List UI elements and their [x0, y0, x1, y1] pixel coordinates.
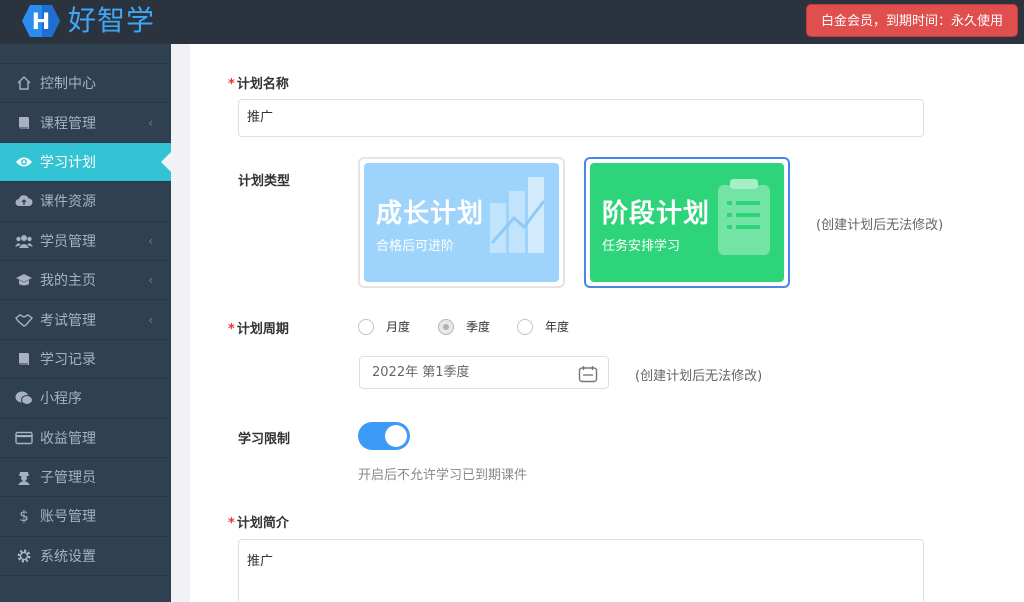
- radio-circle: [358, 318, 374, 335]
- calendar-icon: [578, 364, 598, 395]
- plan-name-label: * 计划名称: [228, 77, 289, 92]
- sidebar-item-study-records[interactable]: 学习记录: [0, 340, 171, 380]
- sidebar-item-label: 系统设置: [40, 548, 96, 565]
- logo-letter: H: [32, 10, 50, 35]
- growth-plan-title: 成长计划: [376, 199, 485, 229]
- stage-plan-subtitle: 任务安排学习: [602, 239, 681, 254]
- handshake-icon: [14, 312, 34, 328]
- sidebar-item-label: 学习记录: [40, 351, 96, 368]
- top-bar: H 好智学 白金会员，到期时间：永久使用: [0, 0, 1024, 44]
- sidebar-item-control-center[interactable]: 控制中心: [0, 64, 171, 104]
- chevron-left-icon: ‹: [148, 273, 153, 288]
- plan-form-panel: * 计划名称 推广 计划类型 成长计划 合格后可进阶 阶段计划 任务安排学习 (…: [190, 44, 1024, 602]
- home-icon: [14, 75, 34, 91]
- graduation-cap-icon: [14, 272, 34, 288]
- sidebar-item-label: 账号管理: [40, 509, 96, 526]
- wechat-icon: [14, 390, 34, 406]
- plan-type-label: 计划类型: [238, 174, 291, 189]
- study-limit-hint: 开启后不允许学习已到期课件: [358, 468, 528, 483]
- dollar-icon: $: [19, 507, 29, 526]
- required-mark: *: [228, 77, 235, 92]
- sidebar-item-courseware[interactable]: 课件资源: [0, 182, 171, 222]
- member-status-badge[interactable]: 白金会员，到期时间：永久使用: [806, 4, 1018, 37]
- sidebar-item-revenue-management[interactable]: 收益管理: [0, 419, 171, 458]
- study-limit-label: 学习限制: [238, 432, 291, 447]
- sidebar-item-label: 子管理员: [40, 470, 96, 487]
- plan-name-input[interactable]: 推广: [238, 99, 924, 137]
- plan-intro-textarea[interactable]: 推广: [238, 539, 924, 602]
- required-mark: *: [228, 322, 235, 337]
- gear-icon: [14, 548, 34, 564]
- plan-period-label: * 计划周期: [228, 322, 289, 337]
- study-limit-toggle[interactable]: [358, 422, 410, 450]
- sidebar-item-account-management[interactable]: $ 账号管理: [0, 497, 171, 537]
- sidebar-item-label: 小程序: [40, 391, 82, 408]
- period-radio-yearly[interactable]: 年度: [517, 318, 569, 335]
- sidebar: 控制中心 课程管理 ‹ 学习计划 课件资源 学员管理 ‹ 我的主页 ‹ 考试管理…: [0, 44, 171, 602]
- chevron-left-icon: ‹: [148, 115, 153, 130]
- logo[interactable]: H 好智学: [18, 2, 155, 40]
- plan-type-hint: (创建计划后无法修改): [816, 218, 944, 233]
- period-radio-monthly[interactable]: 月度: [358, 318, 410, 335]
- growth-plan-subtitle: 合格后可进阶: [376, 239, 455, 254]
- plan-period-hint: (创建计划后无法修改): [635, 369, 763, 384]
- stage-plan-title: 阶段计划: [602, 199, 711, 229]
- book-icon: [14, 115, 34, 131]
- sidebar-item-label: 课程管理: [40, 115, 96, 132]
- growth-card-body: 成长计划 合格后可进阶: [364, 163, 559, 282]
- sidebar-item-study-plan[interactable]: 学习计划: [0, 142, 171, 183]
- plan-type-stage-card[interactable]: 阶段计划 任务安排学习: [584, 157, 790, 288]
- logo-text: 好智学: [68, 4, 156, 37]
- sidebar-item-label: 我的主页: [40, 273, 96, 290]
- sidebar-item-label: 考试管理: [40, 312, 96, 329]
- sidebar-item-label: 收益管理: [40, 430, 96, 447]
- chevron-left-icon: ‹: [148, 233, 153, 248]
- eye-icon: [14, 154, 34, 170]
- sidebar-item-sub-admin[interactable]: 子管理员: [0, 458, 171, 498]
- sidebar-item-mini-program[interactable]: 小程序: [0, 379, 171, 419]
- users-icon: [14, 233, 34, 249]
- user-secret-icon: [14, 469, 34, 486]
- sidebar-item-course-management[interactable]: 课程管理 ‹: [0, 103, 171, 143]
- sidebar-item-my-homepage[interactable]: 我的主页 ‹: [0, 261, 171, 301]
- sidebar-item-label: 课件资源: [40, 194, 96, 211]
- period-date-picker[interactable]: 2022年 第1季度: [359, 356, 609, 389]
- plan-type-growth-card[interactable]: 成长计划 合格后可进阶: [358, 157, 565, 288]
- period-radio-quarterly[interactable]: 季度: [438, 318, 490, 335]
- required-mark: *: [228, 516, 235, 531]
- radio-circle-checked: [438, 318, 454, 335]
- sidebar-item-system-settings[interactable]: 系统设置: [0, 537, 171, 577]
- radio-circle: [517, 318, 533, 335]
- sidebar-item-exam-management[interactable]: 考试管理 ‹: [0, 300, 171, 340]
- period-date-value: 2022年 第1季度: [372, 365, 470, 380]
- sidebar-item-label: 学员管理: [40, 233, 96, 250]
- toggle-knob: [385, 425, 407, 447]
- cloud-icon: [14, 193, 34, 209]
- plan-intro-label: * 计划简介: [228, 516, 289, 531]
- sidebar-item-label: 控制中心: [40, 76, 96, 93]
- book-icon: [14, 351, 34, 367]
- chevron-left-icon: ‹: [148, 312, 153, 327]
- sidebar-spacer: [0, 44, 171, 64]
- credit-card-icon: [14, 430, 34, 446]
- logo-badge-icon: H: [18, 2, 64, 40]
- sidebar-item-label: 学习计划: [40, 154, 96, 171]
- sidebar-item-student-management[interactable]: 学员管理 ‹: [0, 222, 171, 261]
- stage-card-body: 阶段计划 任务安排学习: [590, 163, 784, 282]
